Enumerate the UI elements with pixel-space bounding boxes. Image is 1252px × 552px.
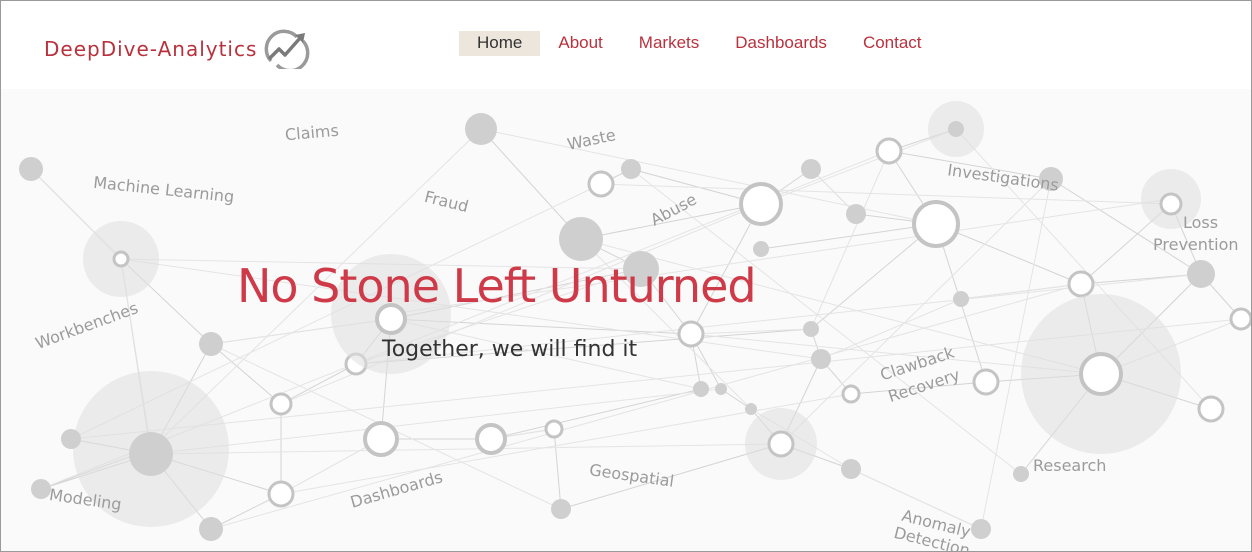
network-node: [621, 159, 641, 179]
network-edge: [760, 223, 937, 250]
network-node: [363, 421, 399, 457]
network-node: [1159, 192, 1183, 216]
network-node: [875, 137, 903, 165]
main-nav: Home About Markets Dashboards Contact: [459, 31, 940, 56]
network-edge: [210, 343, 282, 405]
network-node: [715, 383, 727, 395]
network-node: [269, 392, 293, 416]
network-node: [31, 479, 51, 499]
network-edge: [480, 128, 582, 240]
network-edge: [150, 388, 722, 455]
network-node: [693, 381, 709, 397]
network-node: [972, 368, 1000, 396]
network-edge: [150, 443, 782, 455]
network-node: [841, 459, 861, 479]
network-node: [1013, 466, 1029, 482]
rising-trend-arrow-icon: [264, 29, 310, 69]
tag-prevention: Prevention: [1153, 235, 1239, 254]
network-node: [587, 170, 615, 198]
network-node: [1229, 307, 1251, 331]
network-edge: [280, 363, 357, 405]
network-node: [1187, 260, 1215, 288]
network-node: [953, 291, 969, 307]
network-node: [475, 423, 507, 455]
nav-about[interactable]: About: [540, 31, 620, 56]
network-edge: [490, 388, 702, 440]
tag-research: Research: [1033, 456, 1107, 475]
network-node: [1197, 395, 1225, 423]
network-node: [811, 349, 831, 369]
logo-text: DeepDive-Analytics: [44, 37, 258, 61]
network-node: [801, 159, 821, 179]
network-edge: [480, 128, 937, 225]
network-node: [267, 480, 295, 508]
network-node: [61, 429, 81, 449]
network-node: [803, 321, 819, 337]
hero-subtitle: Together, we will find it: [382, 337, 638, 362]
network-node: [1079, 352, 1123, 396]
network-node: [559, 217, 603, 261]
network-node: [199, 517, 223, 541]
logo-link[interactable]: DeepDive-Analytics: [44, 29, 311, 69]
network-node: [912, 200, 960, 248]
hero-section: Claims Waste Machine Learning Fraud Abus…: [1, 89, 1251, 551]
network-node: [846, 204, 866, 224]
network-node: [841, 384, 861, 404]
nav-contact[interactable]: Contact: [845, 31, 940, 56]
network-node: [544, 419, 564, 439]
hero-title: No Stone Left Unturned: [237, 259, 757, 313]
network-node: [677, 320, 705, 348]
network-edge: [960, 283, 1082, 300]
nav-home[interactable]: Home: [459, 31, 541, 56]
network-node: [1067, 270, 1095, 298]
network-node: [112, 250, 130, 268]
network-node: [199, 332, 223, 356]
network-node: [753, 241, 769, 257]
network-node: [19, 157, 43, 181]
network-node: [465, 113, 497, 145]
network-edge: [553, 428, 562, 510]
network-node: [948, 121, 964, 137]
network-node: [739, 182, 783, 226]
network-node: [971, 519, 991, 539]
network-node: [767, 430, 795, 458]
network-node: [551, 499, 571, 519]
nav-dashboards[interactable]: Dashboards: [717, 31, 845, 56]
tag-loss: Loss: [1183, 213, 1219, 232]
network-node: [745, 403, 757, 415]
network-node: [129, 432, 173, 476]
site-header: DeepDive-Analytics Home About Markets Da…: [1, 1, 1251, 89]
nav-markets[interactable]: Markets: [621, 31, 717, 56]
page-frame: DeepDive-Analytics Home About Markets Da…: [0, 0, 1252, 552]
